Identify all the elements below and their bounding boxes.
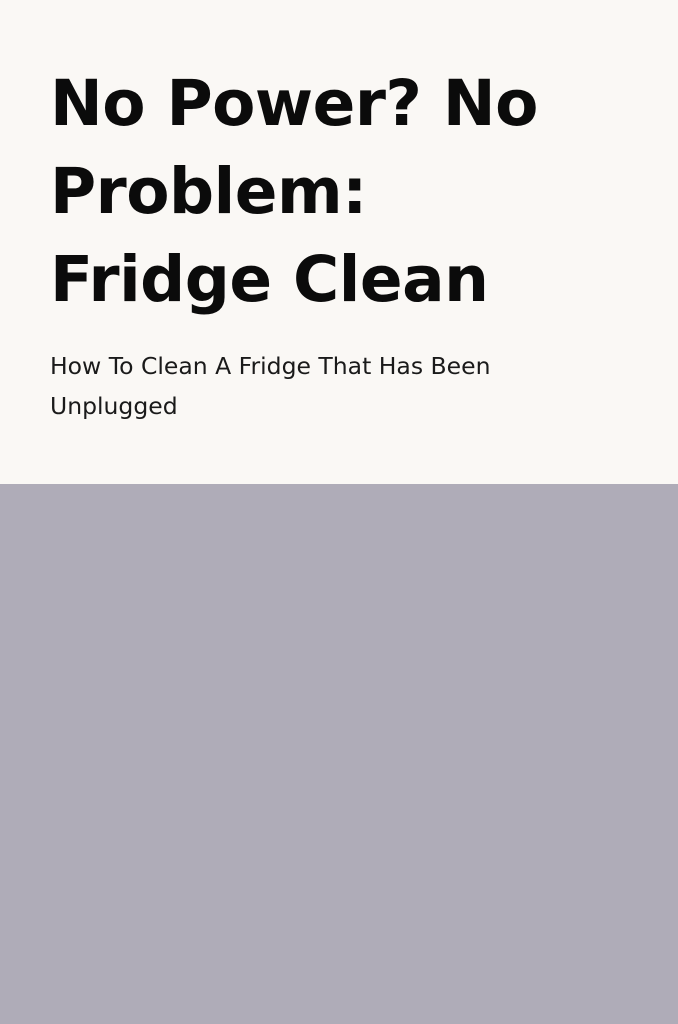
page-subtitle: How To Clean A Fridge That Has Been Unpl… bbox=[50, 346, 650, 426]
title-line-2: Problem: bbox=[50, 155, 367, 228]
pin-page: No Power? No Problem: Fridge Clean How T… bbox=[0, 0, 678, 1024]
image-placeholder bbox=[0, 484, 678, 1024]
subtitle-line-1: How To Clean A Fridge That Has Been bbox=[50, 352, 491, 380]
header-section: No Power? No Problem: Fridge Clean How T… bbox=[0, 0, 678, 484]
title-line-1: No Power? No bbox=[50, 67, 538, 140]
page-title: No Power? No Problem: Fridge Clean bbox=[50, 60, 650, 324]
title-line-3: Fridge Clean bbox=[50, 243, 489, 316]
subtitle-line-2: Unplugged bbox=[50, 392, 178, 420]
